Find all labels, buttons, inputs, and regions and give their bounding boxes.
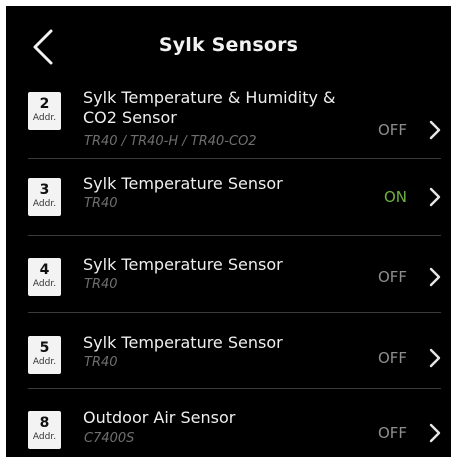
sensor-row-addr-4[interactable]: 4 Addr. Sylk Temperature Sensor TR40 OFF [6,236,451,313]
sensor-status: OFF [377,424,407,442]
sensor-model: TR40 [84,355,118,370]
address-badge: 2 Addr. [28,92,61,130]
chevron-right-icon [429,348,441,368]
address-badge: 5 Addr. [28,336,61,374]
address-label: Addr. [32,113,57,123]
address-number: 8 [39,415,50,431]
sensor-model: C7400S [84,431,135,446]
sensor-name: Sylk Temperature Sensor [83,255,283,274]
address-badge: 3 Addr. [28,178,61,216]
sensor-status: ON [383,188,407,206]
sylk-sensors-screen: Sylk Sensors 2 Addr. Sylk Temperature & … [6,6,451,457]
sensor-name: Sylk Temperature Sensor [83,174,283,193]
sensor-model: TR40 [84,196,118,211]
address-label: Addr. [32,432,57,442]
chevron-right-icon [429,120,441,140]
sensor-name: Outdoor Air Sensor [83,408,236,427]
address-number: 2 [39,96,50,112]
sensor-row-addr-2[interactable]: 2 Addr. Sylk Temperature & Humidity & CO… [6,82,451,159]
sensor-status: OFF [377,268,407,286]
sensor-status: OFF [377,121,407,139]
page-title: Sylk Sensors [158,34,299,56]
sensor-status: OFF [377,349,407,367]
address-number: 5 [39,340,50,356]
sensor-model: TR40 [84,277,118,292]
address-number: 4 [39,262,50,278]
sensor-row-addr-5[interactable]: 5 Addr. Sylk Temperature Sensor TR40 OFF [6,313,451,389]
address-number: 3 [39,182,50,198]
address-label: Addr. [32,357,57,367]
address-badge: 4 Addr. [28,258,61,296]
chevron-right-icon [429,187,441,207]
header: Sylk Sensors [6,6,451,82]
address-label: Addr. [32,279,57,289]
sensor-model: TR40 / TR40-H / TR40-CO2 [84,134,257,149]
address-label: Addr. [32,199,57,209]
sensor-name: Sylk Temperature Sensor [83,333,283,352]
chevron-right-icon [429,423,441,443]
sensor-row-addr-8[interactable]: 8 Addr. Outdoor Air Sensor C7400S OFF [6,389,451,457]
sensor-name: Sylk Temperature & Humidity & CO2 Sensor [83,88,336,127]
sensor-row-addr-3[interactable]: 3 Addr. Sylk Temperature Sensor TR40 ON [6,159,451,236]
chevron-right-icon [429,267,441,287]
address-badge: 8 Addr. [28,411,61,449]
